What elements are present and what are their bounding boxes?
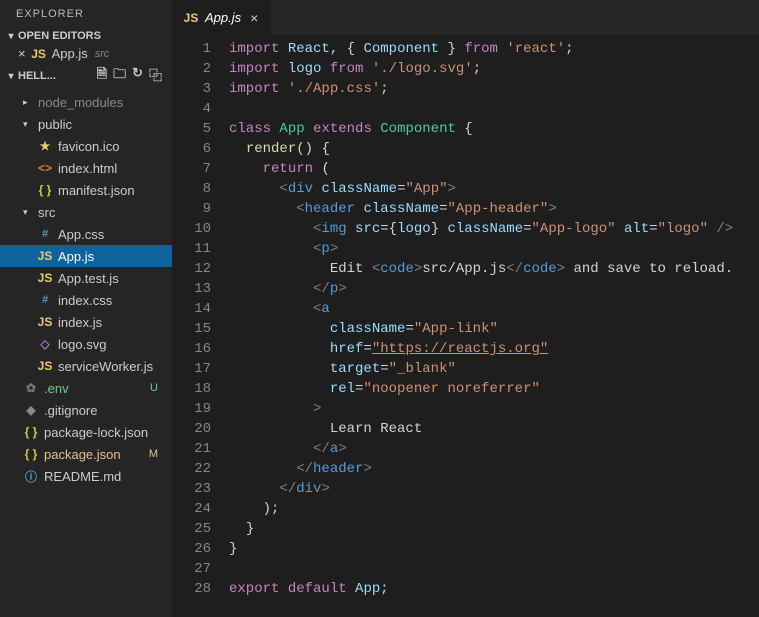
- star-file-icon: ★: [37, 139, 53, 153]
- tree-item-label: package-lock.json: [44, 425, 166, 440]
- tab-label: App.js: [205, 10, 241, 25]
- explorer-title: EXPLORER: [0, 0, 172, 28]
- project-actions: 🗎 🗀 ↻ ⿻: [97, 65, 168, 87]
- editor-area: JS App.js × 1234567891011121314151617181…: [173, 0, 759, 617]
- file-item[interactable]: ⓘ README.md: [0, 465, 172, 487]
- chevron-down-icon: ▾: [4, 31, 18, 42]
- git-status-badge: U: [150, 382, 166, 394]
- js-file-icon: JS: [37, 249, 53, 263]
- js-file-icon: JS: [183, 11, 199, 25]
- file-item[interactable]: ◇ logo.svg: [0, 333, 172, 355]
- tree-item-label: serviceWorker.js: [58, 359, 166, 374]
- file-item[interactable]: ✿ .env U: [0, 377, 172, 399]
- tree-item-label: index.js: [58, 315, 166, 330]
- tree-item-label: .env: [44, 381, 145, 396]
- chevron-right-icon: ▸: [23, 97, 33, 108]
- tree-item-label: index.css: [58, 293, 166, 308]
- file-item[interactable]: { } package-lock.json: [0, 421, 172, 443]
- open-editor-name: App.js: [52, 46, 88, 61]
- collapse-icon[interactable]: ⿻: [149, 65, 162, 87]
- refresh-icon[interactable]: ↻: [132, 65, 143, 87]
- tree-item-label: favicon.ico: [58, 139, 166, 154]
- json-file-icon: { }: [37, 183, 53, 197]
- close-icon[interactable]: ×: [247, 10, 261, 26]
- css-file-icon: #: [37, 294, 53, 306]
- tree-item-label: package.json: [44, 447, 144, 462]
- file-item[interactable]: ◆ .gitignore: [0, 399, 172, 421]
- file-item[interactable]: JS index.js: [0, 311, 172, 333]
- chevron-down-icon: ▾: [23, 119, 33, 130]
- tree-item-label: App.test.js: [58, 271, 166, 286]
- tree-item-label: logo.svg: [58, 337, 166, 352]
- tree-item-label: index.html: [58, 161, 166, 176]
- tree-item-label: src: [38, 205, 166, 220]
- tree-item-label: App.js: [58, 249, 166, 264]
- folder-item[interactable]: ▸ node_modules: [0, 91, 172, 113]
- dot-file-icon: ◆: [23, 403, 39, 417]
- file-item[interactable]: # index.css: [0, 289, 172, 311]
- md-file-icon: ⓘ: [23, 468, 39, 485]
- gear-file-icon: ✿: [23, 381, 39, 395]
- html-file-icon: <>: [37, 161, 53, 175]
- file-tree: ▸ node_modules ▾ public ★ favicon.ico <> index.…: [0, 89, 172, 617]
- js-file-icon: JS: [37, 315, 53, 329]
- file-item[interactable]: JS serviceWorker.js: [0, 355, 172, 377]
- tree-item-label: manifest.json: [58, 183, 166, 198]
- code-editor[interactable]: 1234567891011121314151617181920212223242…: [173, 35, 759, 617]
- new-file-icon[interactable]: 🗎: [97, 65, 107, 87]
- json-file-icon: { }: [23, 447, 39, 461]
- chevron-down-icon: ▾: [23, 207, 33, 218]
- svg-file-icon: ◇: [37, 337, 53, 351]
- file-item[interactable]: JS App.js: [0, 245, 172, 267]
- file-item[interactable]: # App.css: [0, 223, 172, 245]
- file-item[interactable]: JS App.test.js: [0, 267, 172, 289]
- tree-item-label: App.css: [58, 227, 166, 242]
- git-status-badge: M: [149, 448, 166, 460]
- file-item[interactable]: <> index.html: [0, 157, 172, 179]
- js-file-icon: JS: [31, 47, 47, 61]
- open-editor-path: src: [95, 48, 110, 60]
- css-file-icon: #: [37, 228, 53, 240]
- tree-item-label: public: [38, 117, 166, 132]
- project-header[interactable]: ▾ HELL... 🗎 🗀 ↻ ⿻: [0, 63, 172, 89]
- file-item[interactable]: { } manifest.json: [0, 179, 172, 201]
- file-item[interactable]: ★ favicon.ico: [0, 135, 172, 157]
- folder-item[interactable]: ▾ public: [0, 113, 172, 135]
- js-file-icon: JS: [37, 271, 53, 285]
- tab-app-js[interactable]: JS App.js ×: [173, 0, 272, 35]
- open-editor-item[interactable]: × JS App.js src: [0, 44, 172, 63]
- json-file-icon: { }: [23, 425, 39, 439]
- tab-bar: JS App.js ×: [173, 0, 759, 35]
- line-numbers: 1234567891011121314151617181920212223242…: [173, 39, 229, 617]
- folder-item[interactable]: ▾ src: [0, 201, 172, 223]
- close-icon[interactable]: ×: [18, 46, 26, 61]
- tree-item-label: README.md: [44, 469, 166, 484]
- code-content[interactable]: import React, { Component } from 'react'…: [229, 39, 759, 617]
- new-folder-icon[interactable]: 🗀: [113, 65, 126, 87]
- open-editors-header[interactable]: ▾ OPEN EDITORS: [0, 28, 172, 44]
- tree-item-label: .gitignore: [44, 403, 166, 418]
- tree-item-label: node_modules: [38, 95, 166, 110]
- file-item[interactable]: { } package.json M: [0, 443, 172, 465]
- js-file-icon: JS: [37, 359, 53, 373]
- explorer-sidebar: EXPLORER ▾ OPEN EDITORS × JS App.js src …: [0, 0, 173, 617]
- chevron-down-icon: ▾: [4, 71, 18, 82]
